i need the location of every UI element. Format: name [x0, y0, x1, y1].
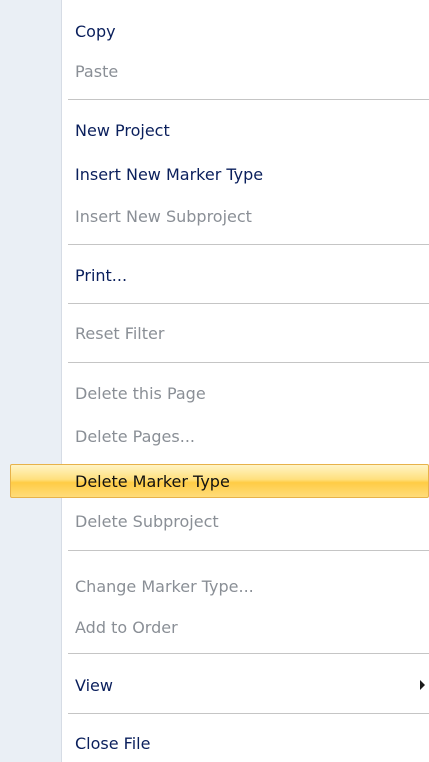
menu-item-label: View — [75, 676, 113, 695]
menu-item-label: Paste — [75, 62, 119, 81]
menu-separator-highlight — [68, 654, 429, 655]
menu-item-reset-filter: Reset Filter — [0, 317, 429, 351]
menu-item-paste: Paste — [0, 55, 429, 89]
menu-item-label: Copy — [75, 22, 116, 41]
menu-item-new-project[interactable]: New Project — [0, 114, 429, 148]
menu-separator-highlight — [68, 100, 429, 101]
menu-separator-highlight — [68, 551, 429, 552]
menu-separator-highlight — [68, 714, 429, 715]
menu-item-delete-marker-type[interactable]: Delete Marker Type — [10, 464, 429, 498]
menu-item-label: Delete Marker Type — [75, 472, 230, 491]
menu-item-view[interactable]: View — [0, 669, 429, 703]
menu-separator-highlight — [68, 363, 429, 364]
menu-item-close-file[interactable]: Close File — [0, 727, 429, 761]
menu-separator-highlight — [68, 304, 429, 305]
menu-item-delete-subproject: Delete Subproject — [0, 505, 429, 539]
menu-item-insert-new-marker-type[interactable]: Insert New Marker Type — [0, 158, 429, 192]
menu-item-label: Print... — [75, 266, 128, 285]
menu-item-label: New Project — [75, 121, 170, 140]
menu-item-label: Delete Pages... — [75, 427, 195, 446]
menu-item-label: Add to Order — [75, 618, 178, 637]
menu-item-label: Insert New Marker Type — [75, 165, 264, 184]
menu-item-print[interactable]: Print... — [0, 259, 429, 293]
menu-item-add-to-order: Add to Order — [0, 611, 429, 645]
menu-item-label: Change Marker Type... — [75, 577, 254, 596]
submenu-arrow-icon — [420, 680, 425, 690]
menu-item-delete-pages: Delete Pages... — [0, 420, 429, 454]
menu-item-label: Delete Subproject — [75, 512, 219, 531]
menu-item-label: Close File — [75, 734, 151, 753]
context-menu: Copy Paste New Project Insert New Marker… — [0, 0, 429, 762]
menu-item-label: Reset Filter — [75, 324, 165, 343]
menu-item-copy[interactable]: Copy — [0, 15, 429, 49]
menu-item-delete-this-page: Delete this Page — [0, 377, 429, 411]
menu-item-label: Insert New Subproject — [75, 207, 252, 226]
menu-item-insert-new-subproject: Insert New Subproject — [0, 200, 429, 234]
menu-item-label: Delete this Page — [75, 384, 206, 403]
menu-item-change-marker-type: Change Marker Type... — [0, 570, 429, 604]
menu-separator-highlight — [68, 245, 429, 246]
